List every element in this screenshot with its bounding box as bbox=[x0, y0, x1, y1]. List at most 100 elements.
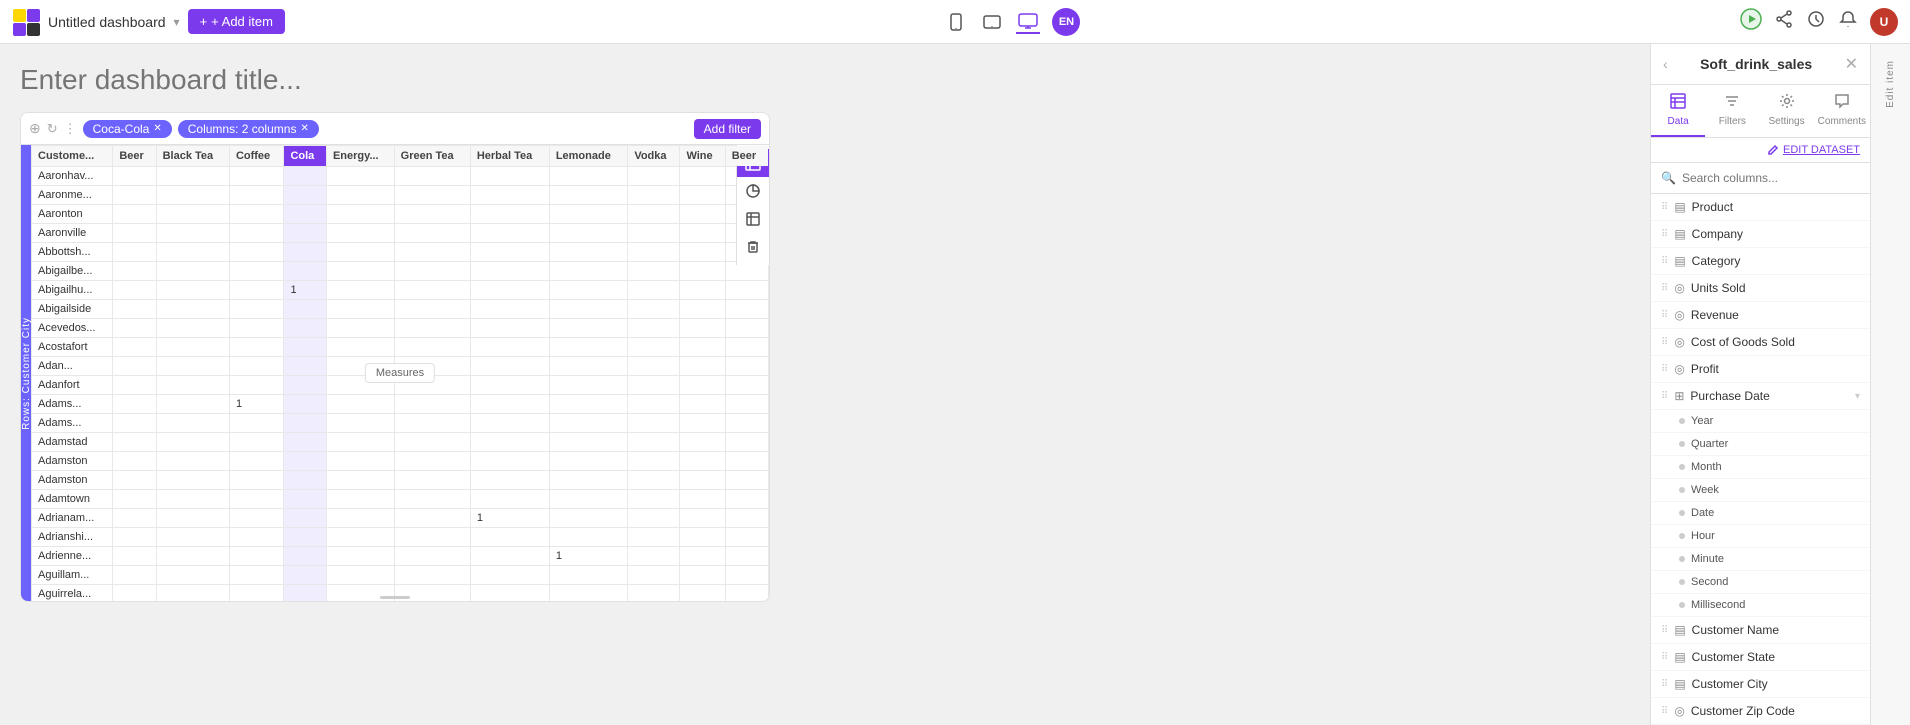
table-cell bbox=[113, 357, 156, 376]
col-header-lemonade: Lemonade bbox=[549, 146, 628, 167]
sub-item[interactable]: Date bbox=[1651, 502, 1870, 525]
column-item[interactable]: ⠿ ◎ Revenue bbox=[1651, 302, 1870, 329]
edit-dataset-link[interactable]: EDIT DATASET bbox=[1783, 144, 1860, 156]
sub-dot bbox=[1679, 556, 1685, 562]
widget-move-icon[interactable]: ⊕ bbox=[29, 120, 41, 137]
table-cell bbox=[470, 167, 549, 186]
desktop-view-icon[interactable] bbox=[1016, 10, 1040, 34]
table-cell bbox=[628, 585, 680, 602]
col-expand-icon[interactable]: ▾ bbox=[1855, 391, 1860, 402]
tab-filters[interactable]: Filters bbox=[1705, 85, 1759, 137]
table-cell bbox=[470, 186, 549, 205]
sub-item[interactable]: Quarter bbox=[1651, 433, 1870, 456]
table-cell: Aaronville bbox=[32, 224, 113, 243]
column-item[interactable]: ⠿ ▤ Customer Name bbox=[1651, 617, 1870, 644]
tab-data[interactable]: Data bbox=[1651, 85, 1705, 137]
sub-item[interactable]: Week bbox=[1651, 479, 1870, 502]
table-cell bbox=[628, 205, 680, 224]
panel-back-icon[interactable]: ‹ bbox=[1663, 56, 1668, 72]
mobile-view-icon[interactable] bbox=[944, 10, 968, 34]
column-item[interactable]: ⠿ ▤ Customer City bbox=[1651, 671, 1870, 698]
table-cell bbox=[326, 224, 394, 243]
table-cell bbox=[470, 395, 549, 414]
row-drag-handle[interactable]: Rows: Customer City bbox=[21, 145, 31, 601]
panel-tabs: Data Filters Settings Comments bbox=[1651, 85, 1870, 138]
table-row: Abigailhu...1 bbox=[32, 281, 769, 300]
tablet-view-icon[interactable] bbox=[980, 10, 1004, 34]
data-table: Custome... Beer Black Tea Coffee Cola En… bbox=[31, 145, 769, 601]
sub-item[interactable]: Year bbox=[1651, 410, 1870, 433]
columns-chip-remove-icon[interactable]: ✕ bbox=[300, 123, 308, 134]
product-filter-chip[interactable]: Coca-Cola ✕ bbox=[83, 120, 172, 138]
table-cell bbox=[326, 566, 394, 585]
table-cell bbox=[725, 300, 768, 319]
table-cell bbox=[156, 376, 229, 395]
language-badge[interactable]: EN bbox=[1052, 8, 1080, 36]
sub-item[interactable]: Millisecond bbox=[1651, 594, 1870, 617]
sub-item[interactable]: Hour bbox=[1651, 525, 1870, 548]
column-item[interactable]: ⠿ ◎ Profit bbox=[1651, 356, 1870, 383]
panel-close-icon[interactable]: ✕ bbox=[1845, 54, 1858, 74]
column-item[interactable]: ⠿ ◎ Units Sold bbox=[1651, 275, 1870, 302]
chip-remove-icon[interactable]: ✕ bbox=[153, 123, 161, 134]
table-cell bbox=[680, 243, 725, 262]
chart-view-icon[interactable] bbox=[737, 177, 769, 205]
column-item[interactable]: ⠿ ▤ Product bbox=[1651, 194, 1870, 221]
delete-view-icon[interactable] bbox=[737, 233, 769, 261]
table-row: Adrienne...1 bbox=[32, 547, 769, 566]
table-cell bbox=[680, 300, 725, 319]
table-cell: Acevedos... bbox=[32, 319, 113, 338]
chip-label: Coca-Cola bbox=[93, 122, 150, 136]
history-icon[interactable] bbox=[1806, 9, 1826, 34]
col-type-icon: ▤ bbox=[1674, 227, 1685, 241]
user-avatar[interactable]: U bbox=[1870, 8, 1898, 36]
col-header-vodka: Vodka bbox=[628, 146, 680, 167]
sub-item[interactable]: Month bbox=[1651, 456, 1870, 479]
main-layout: ⊕ ↻ ⋮ Coca-Cola ✕ Columns: 2 columns ✕ A… bbox=[0, 44, 1910, 725]
tab-settings[interactable]: Settings bbox=[1759, 85, 1813, 137]
table-row: Abigailside bbox=[32, 300, 769, 319]
play-icon[interactable] bbox=[1740, 8, 1762, 35]
table-cell bbox=[326, 300, 394, 319]
col-header-cola: Cola bbox=[284, 146, 327, 167]
widget-table-wrap[interactable]: Custome... Beer Black Tea Coffee Cola En… bbox=[31, 145, 769, 601]
table-cell bbox=[394, 509, 470, 528]
table-cell bbox=[284, 319, 327, 338]
table-cell bbox=[628, 281, 680, 300]
table-cell bbox=[680, 376, 725, 395]
settings-view-icon[interactable] bbox=[737, 205, 769, 233]
column-item[interactable]: ⠿ ◎ Customer Zip Code bbox=[1651, 698, 1870, 725]
column-item[interactable]: ⠿ ◎ Cost of Goods Sold bbox=[1651, 329, 1870, 356]
search-input[interactable] bbox=[1682, 171, 1860, 185]
table-cell bbox=[725, 338, 768, 357]
table-cell bbox=[470, 376, 549, 395]
widget-more-icon[interactable]: ⋮ bbox=[64, 121, 77, 137]
table-cell: Abigailside bbox=[32, 300, 113, 319]
column-item[interactable]: ⠿ ⊞ Purchase Date ▾ bbox=[1651, 383, 1870, 410]
edit-item-sidebar: Edit item bbox=[1870, 44, 1910, 725]
resize-bottom-handle[interactable] bbox=[375, 593, 415, 601]
table-cell bbox=[470, 357, 549, 376]
widget-table-area: Rows: Customer City Custome... Beer Blac… bbox=[21, 145, 769, 601]
tab-comments[interactable]: Comments bbox=[1814, 85, 1870, 137]
resize-corner-handle[interactable] bbox=[757, 589, 769, 601]
column-item[interactable]: ⠿ ▤ Customer State bbox=[1651, 644, 1870, 671]
add-item-button[interactable]: + + Add item bbox=[188, 9, 285, 34]
table-cell bbox=[680, 471, 725, 490]
column-item[interactable]: ⠿ ▤ Company bbox=[1651, 221, 1870, 248]
dashboard-title-input[interactable] bbox=[20, 64, 1630, 96]
add-filter-button[interactable]: Add filter bbox=[694, 119, 761, 139]
share-icon[interactable] bbox=[1774, 9, 1794, 34]
table-cell bbox=[394, 547, 470, 566]
col-drag-icon: ⠿ bbox=[1661, 679, 1668, 690]
column-item[interactable]: ⠿ ▤ Category bbox=[1651, 248, 1870, 275]
notification-icon[interactable] bbox=[1838, 9, 1858, 34]
col-type-icon: ▤ bbox=[1674, 623, 1685, 637]
sub-item[interactable]: Minute bbox=[1651, 548, 1870, 571]
table-cell: Aaronhav... bbox=[32, 167, 113, 186]
columns-chip[interactable]: Columns: 2 columns ✕ bbox=[178, 120, 319, 138]
widget-refresh-icon[interactable]: ↻ bbox=[47, 121, 58, 137]
sub-name: Millisecond bbox=[1691, 599, 1745, 611]
table-cell bbox=[628, 357, 680, 376]
sub-item[interactable]: Second bbox=[1651, 571, 1870, 594]
